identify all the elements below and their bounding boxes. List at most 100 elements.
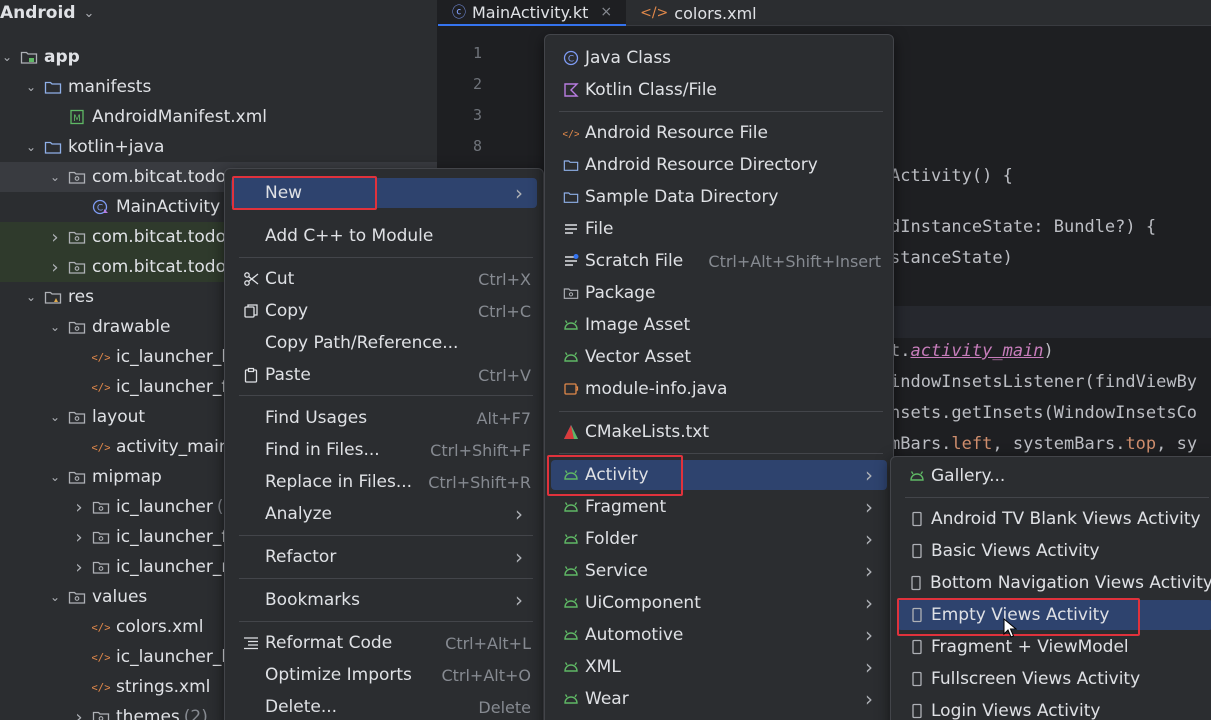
expand-arrow-icon[interactable]: ⌄: [48, 410, 62, 424]
code-reference: activity_main: [910, 341, 1044, 361]
menu-item-cmakelists-txt[interactable]: CMakeLists.txt: [551, 417, 887, 447]
menu-item-fragment[interactable]: Fragment ›: [551, 492, 887, 522]
expand-arrow-icon[interactable]: ⌄: [0, 50, 14, 64]
code-line: t.activity_main): [890, 341, 1054, 361]
collapse-arrow-icon[interactable]: ›: [48, 257, 62, 278]
chevron-right-icon: ›: [515, 181, 523, 205]
collapse-arrow-icon[interactable]: ›: [72, 497, 86, 518]
menu-item-label: Delete...: [265, 697, 338, 717]
menu-item-sample-data-directory[interactable]: Sample Data Directory: [551, 182, 887, 212]
menu-item-delete[interactable]: Delete... Delete: [231, 692, 537, 720]
menu-item-copy-path-reference[interactable]: Copy Path/Reference...: [231, 328, 537, 358]
menu-item-copy[interactable]: Copy Ctrl+C: [231, 296, 537, 326]
menu-item-gallery[interactable]: Gallery...: [897, 461, 1211, 491]
copy-icon: [241, 303, 261, 319]
menu-item-kotlin-class-file[interactable]: Kotlin Class/File: [551, 75, 887, 105]
menu-item-label: Fullscreen Views Activity: [931, 669, 1141, 689]
menu-item-activity[interactable]: Activity ›: [551, 460, 887, 490]
expand-arrow-icon[interactable]: ⌄: [48, 470, 62, 484]
project-view-selector[interactable]: Android ⌄: [0, 0, 94, 26]
package-icon: [68, 319, 86, 335]
menu-item-xml[interactable]: XML ›: [551, 652, 887, 682]
code-text: ): [1043, 341, 1054, 361]
menu-item-scratch-file[interactable]: Scratch File Ctrl+Alt+Shift+Insert: [551, 246, 887, 276]
phone-template-icon: [907, 671, 927, 687]
menu-separator: [239, 578, 533, 579]
menu-item-find-in-files[interactable]: Find in Files... Ctrl+Shift+F: [231, 435, 537, 465]
tab-mainactivity[interactable]: ⓒ MainActivity.kt ×: [438, 0, 627, 26]
tree-item-androidmanifest-xml[interactable]: M AndroidManifest.xml: [0, 102, 437, 132]
menu-item-file[interactable]: File: [551, 214, 887, 244]
collapse-arrow-icon[interactable]: ›: [72, 557, 86, 578]
menu-item-label: Service: [585, 561, 648, 581]
package-icon: [561, 285, 581, 301]
menu-item-bottom-navigation-views-activity[interactable]: Bottom Navigation Views Activity: [897, 568, 1211, 598]
menu-item-android-resource-file[interactable]: </> Android Resource File: [551, 118, 887, 148]
expand-arrow-icon[interactable]: ⌄: [24, 290, 38, 304]
tree-item-label: colors.xml: [116, 617, 204, 637]
tab-label: colors.xml: [674, 3, 757, 23]
collapse-arrow-icon[interactable]: ›: [72, 707, 86, 720]
menu-item-shortcut: Delete: [478, 697, 531, 717]
menu-item-reformat-code[interactable]: Reformat Code Ctrl+Alt+L: [231, 628, 537, 658]
tab-colors-xml[interactable]: </> colors.xml: [626, 0, 771, 26]
menu-item-android-resource-directory[interactable]: Android Resource Directory: [551, 150, 887, 180]
expand-arrow-icon[interactable]: ⌄: [24, 80, 38, 94]
menu-item-package[interactable]: Package: [551, 278, 887, 308]
menu-item-fullscreen-views-activity[interactable]: Fullscreen Views Activity: [897, 664, 1211, 694]
menu-item-android-tv-blank-views-activity[interactable]: Android TV Blank Views Activity: [897, 504, 1211, 534]
package-icon: [92, 709, 110, 720]
menu-item-basic-views-activity[interactable]: Basic Views Activity: [897, 536, 1211, 566]
menu-separator: [905, 497, 1209, 498]
menu-item-paste[interactable]: Paste Ctrl+V: [231, 360, 537, 390]
menu-item-shortcut: Ctrl+Alt+Shift+Insert: [708, 251, 881, 271]
menu-item-vector-asset[interactable]: Vector Asset: [551, 342, 887, 372]
expand-arrow-icon[interactable]: ⌄: [48, 170, 62, 184]
menu-item-new[interactable]: New ›: [231, 178, 537, 208]
menu-item-java-class[interactable]: C Java Class: [551, 43, 887, 73]
menu-item-module-info-java[interactable]: module-info.java: [551, 374, 887, 404]
menu-item-uicomponent[interactable]: UiComponent ›: [551, 588, 887, 618]
tree-item-label: com.bitcat.todoa: [92, 167, 237, 187]
menu-item-folder[interactable]: Folder ›: [551, 524, 887, 554]
menu-item-label: File: [585, 219, 614, 239]
xml-file-icon: </>: [92, 439, 110, 455]
close-icon[interactable]: ×: [600, 4, 612, 20]
expand-arrow-icon[interactable]: ⌄: [24, 140, 38, 154]
menu-item-wear[interactable]: Wear ›: [551, 684, 887, 714]
menu-item-label: Find Usages: [265, 408, 368, 428]
menu-item-login-views-activity[interactable]: Login Views Activity: [897, 696, 1211, 720]
folder-icon: [44, 139, 62, 155]
tree-item-label: drawable: [92, 317, 171, 337]
tree-item-label: app: [44, 47, 80, 67]
menu-item-label: Folder: [585, 529, 638, 549]
svg-text:</>: </>: [92, 681, 110, 694]
tree-item-manifests[interactable]: ⌄ manifests: [0, 72, 437, 102]
menu-item-bookmarks[interactable]: Bookmarks ›: [231, 585, 537, 615]
menu-item-add-c-to-module[interactable]: Add C++ to Module: [231, 221, 537, 251]
menu-item-label: Wear: [585, 689, 629, 709]
menu-item-replace-in-files[interactable]: Replace in Files... Ctrl+Shift+R: [231, 467, 537, 497]
menu-item-find-usages[interactable]: Find Usages Alt+F7: [231, 403, 537, 433]
expand-arrow-icon[interactable]: ⌄: [48, 590, 62, 604]
expand-arrow-icon[interactable]: ⌄: [48, 320, 62, 334]
menu-item-empty-views-activity[interactable]: Empty Views Activity: [897, 600, 1211, 630]
menu-item-automotive[interactable]: Automotive ›: [551, 620, 887, 650]
collapse-arrow-icon[interactable]: ›: [48, 227, 62, 248]
menu-item-shortcut: Ctrl+C: [477, 301, 531, 321]
menu-item-analyze[interactable]: Analyze ›: [231, 499, 537, 529]
menu-item-image-asset[interactable]: Image Asset: [551, 310, 887, 340]
tree-item-label: strings.xml: [116, 677, 211, 697]
menu-item-fragment-viewmodel[interactable]: Fragment + ViewModel: [897, 632, 1211, 662]
tree-item-app[interactable]: ⌄ app: [0, 42, 437, 72]
menu-item-label: Add C++ to Module: [265, 226, 434, 246]
menu-item-cut[interactable]: Cut Ctrl+X: [231, 264, 537, 294]
new-submenu: C Java Class Kotlin Class/File </> Android R…: [544, 34, 894, 720]
tree-item-kotlin-java[interactable]: ⌄ kotlin+java: [0, 132, 437, 162]
menu-item-refactor[interactable]: Refactor ›: [231, 542, 537, 572]
activity-submenu: Gallery... Android TV Blank Views Activit…: [890, 456, 1211, 720]
menu-item-optimize-imports[interactable]: Optimize Imports Ctrl+Alt+O: [231, 660, 537, 690]
menu-item-service[interactable]: Service ›: [551, 556, 887, 586]
menu-item-label: Replace in Files...: [265, 472, 413, 492]
collapse-arrow-icon[interactable]: ›: [72, 527, 86, 548]
